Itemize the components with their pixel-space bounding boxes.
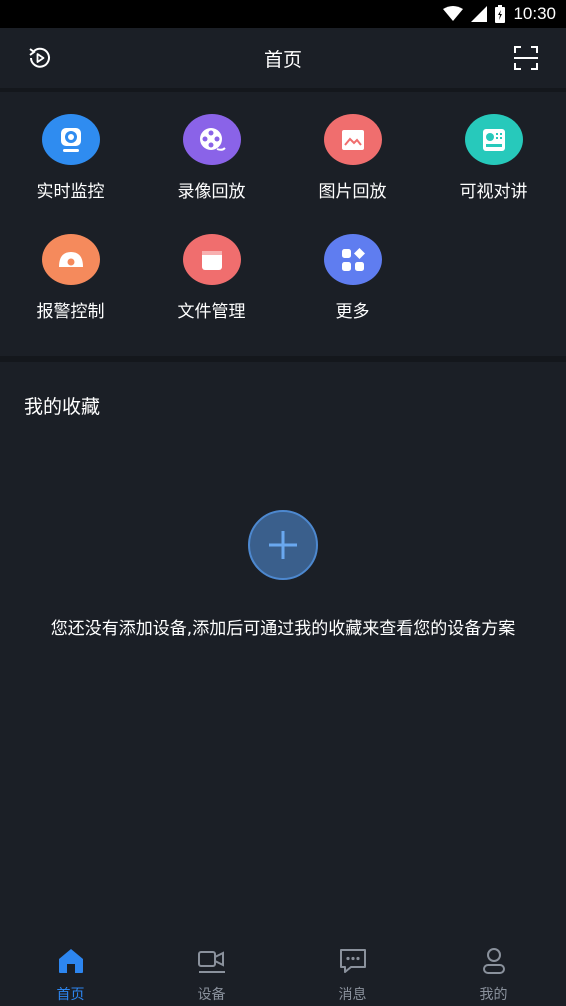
status-icons: 10:30: [443, 0, 556, 28]
status-bar: 10:30: [0, 0, 566, 28]
tile-alarm-control[interactable]: 报警控制: [0, 212, 141, 322]
page-title: 首页: [263, 48, 302, 71]
tile-live-monitor[interactable]: 实时监控: [0, 92, 141, 202]
tile-file-management[interactable]: 文件管理: [141, 212, 282, 322]
battery-icon: [495, 5, 506, 23]
tile-video-playback[interactable]: 录像回放: [141, 92, 282, 202]
message-icon: [339, 949, 366, 973]
image-icon: [323, 114, 382, 165]
tile-label: 报警控制: [36, 302, 105, 322]
camera-icon: [41, 114, 100, 165]
alarm-icon: [41, 234, 100, 285]
tile-label: 可视对讲: [459, 182, 528, 202]
nav-label: 设备: [197, 987, 226, 1003]
tile-image-playback[interactable]: 图片回放: [282, 92, 423, 202]
tile-label: 录像回放: [177, 182, 246, 202]
section-divider: [0, 356, 566, 362]
nav-label: 我的: [479, 987, 508, 1003]
device-icon: [197, 951, 225, 973]
film-reel-icon: [182, 114, 241, 165]
intercom-icon: [464, 114, 523, 165]
tile-label: 实时监控: [36, 182, 105, 202]
scan-icon[interactable]: [512, 44, 540, 72]
more-grid-icon: [323, 234, 382, 285]
tile-more[interactable]: 更多: [282, 212, 423, 322]
signal-icon: [471, 6, 488, 22]
home-icon: [58, 949, 83, 973]
wifi-icon: [443, 6, 464, 21]
nav-item-home[interactable]: 首页: [0, 930, 141, 1006]
status-time: 10:30: [513, 4, 556, 23]
nav-label: 消息: [338, 987, 367, 1003]
bottom-nav: 首页 设备 消息 我的: [0, 930, 566, 1006]
nav-item-profile[interactable]: 我的: [423, 930, 564, 1006]
folder-icon: [182, 234, 241, 285]
nav-item-device[interactable]: 设备: [141, 930, 282, 1006]
favorites-title: 我的收藏: [24, 396, 101, 418]
profile-icon: [482, 948, 505, 974]
function-grid: 实时监控 录像回放 图片回放 可视对讲 报警控制 文件管理 更多: [0, 92, 566, 356]
nav-item-message[interactable]: 消息: [282, 930, 423, 1006]
tile-label: 文件管理: [177, 302, 246, 322]
tile-label: 更多: [335, 302, 370, 322]
favorites-empty-text: 您还没有添加设备,添加后可通过我的收藏来查看您的设备方案: [50, 619, 516, 639]
app-header: 首页: [0, 28, 566, 88]
plus-icon: [269, 531, 297, 559]
add-favorite-button[interactable]: [248, 510, 318, 580]
tile-label: 图片回放: [318, 182, 387, 202]
nav-label: 首页: [56, 987, 85, 1003]
tile-video-intercom[interactable]: 可视对讲: [423, 92, 564, 202]
